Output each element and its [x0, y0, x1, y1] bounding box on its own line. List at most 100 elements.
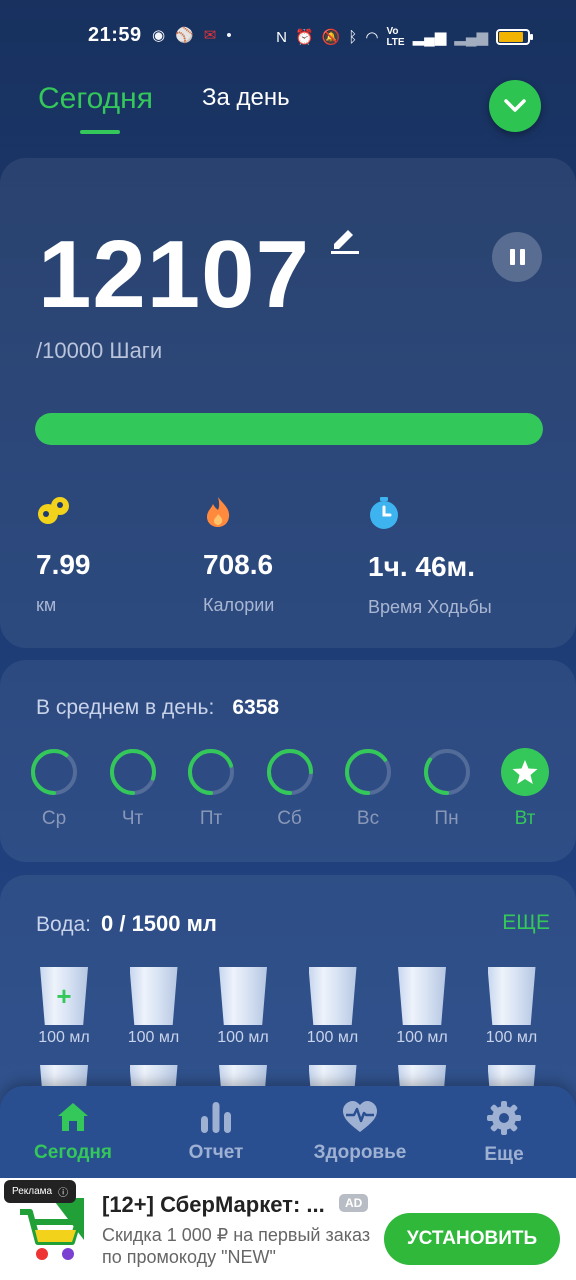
day-progress-ring [31, 749, 77, 795]
system-icons: N ⏰ 🔕 ᛒ ◠ Vo LTE ▂▄▆ ▂▄▆ [276, 26, 533, 48]
distance-label: км [36, 595, 57, 615]
cup-volume-label: 100 мл [485, 1029, 538, 1046]
ad-tag: AD [339, 1194, 369, 1212]
tab-day[interactable]: За день [202, 84, 290, 112]
water-cup[interactable]: 100 мл [215, 967, 271, 1047]
ad-title: [12+] СберМаркет: ... [102, 1192, 325, 1217]
volte-icon: Vo LTE [386, 26, 405, 48]
water-cup[interactable]: +100 мл [36, 967, 92, 1047]
water-cup[interactable]: 100 мл [484, 967, 540, 1047]
wifi-icon: ◠ [365, 29, 379, 46]
app-notification-icon: ◉ [152, 27, 166, 44]
ad-label: Реклама ⓘ [4, 1180, 77, 1203]
sports-notification-icon: ⚾ [175, 27, 194, 44]
nav-today[interactable]: Сегодня [13, 1100, 133, 1164]
water-cup[interactable]: 100 мл [394, 967, 450, 1047]
nav-more[interactable]: Еще [444, 1100, 564, 1166]
day-progress-ring [266, 749, 313, 795]
tab-today[interactable]: Сегодня [38, 82, 153, 116]
walking-time-label: Время Ходьбы [368, 597, 492, 617]
edit-icon[interactable] [330, 224, 360, 259]
day-progress-ring [345, 749, 391, 795]
signal-2-icon: ▂▄▆ [454, 29, 488, 46]
walking-time-value: 1ч. 46м. [368, 551, 476, 582]
ad-label-text: Реклама [12, 1186, 53, 1197]
glass-icon [487, 967, 536, 1025]
gear-icon [487, 1101, 521, 1135]
nfc-icon: N [276, 28, 287, 46]
cup-volume-label: 100 мл [38, 1029, 90, 1046]
day-item[interactable]: Вт [501, 748, 549, 830]
day-item[interactable]: Пн [423, 748, 471, 830]
glass-icon [308, 967, 357, 1025]
flame-icon [207, 497, 230, 527]
day-label: Сб [277, 808, 302, 829]
water-cup[interactable]: 100 мл [305, 967, 361, 1047]
chevron-down-icon [504, 99, 526, 112]
pause-button[interactable] [492, 232, 542, 282]
calories-value: 708.6 [203, 549, 274, 580]
cup-volume-label: 100 мл [306, 1029, 359, 1046]
steps-card: 12107 /10000 Шаги 7.99 км 708.6 Калории … [0, 158, 576, 648]
average-card: В среднем в день: 6358 Ср Чт Пт Сб Вс Пн Вт [0, 660, 576, 862]
battery-icon [496, 29, 533, 45]
info-icon[interactable]: ⓘ [58, 1184, 68, 1199]
bluetooth-icon: ᛒ [348, 28, 358, 46]
stat-calories: 708.6 Калории [203, 496, 274, 616]
star-icon [501, 748, 549, 796]
header-tabs: Сегодня За день [0, 70, 576, 140]
day-label: Вт [514, 808, 536, 829]
cup-volume-label: 100 мл [396, 1029, 448, 1046]
heart-pulse-icon [343, 1101, 377, 1132]
glass-icon: + [40, 967, 88, 1025]
day-progress-ring [423, 749, 470, 795]
average-value: 6358 [232, 696, 280, 719]
mute-icon: 🔕 [321, 29, 341, 46]
water-value: 0 / 1500 мл [101, 911, 217, 936]
nav-today-label: Сегодня [34, 1142, 112, 1163]
nav-report[interactable]: Отчет [156, 1100, 276, 1164]
water-label: Вода: [36, 913, 91, 936]
day-item[interactable]: Сб [266, 748, 314, 830]
notification-icons: ◉ ⚾ ✉ • [152, 26, 232, 45]
mail-notification-icon: ✉ [203, 27, 217, 44]
day-label: Вс [356, 808, 380, 829]
glass-icon [219, 967, 267, 1025]
stat-distance: 7.99 км [36, 496, 91, 616]
glass-icon [398, 967, 446, 1025]
status-time: 21:59 [88, 24, 142, 46]
nav-report-label: Отчет [188, 1142, 244, 1163]
ad-banner[interactable]: Реклама ⓘ [12+] СберМаркет: ... AD Скидка… [0, 1178, 576, 1280]
more-notifications-icon: • [226, 26, 232, 44]
day-label: Пт [199, 808, 223, 829]
add-icon: + [56, 981, 72, 1011]
water-cup[interactable]: 100 мл [126, 967, 182, 1047]
bottom-navigation: Сегодня Отчет Здоровье Еще [0, 1086, 576, 1186]
day-item[interactable]: Вс [344, 748, 392, 830]
pause-icon [509, 249, 515, 265]
distance-value: 7.99 [36, 549, 91, 580]
day-item[interactable]: Ср [30, 748, 78, 830]
glass-icon [129, 967, 178, 1025]
tab-today-indicator [80, 130, 120, 134]
day-progress-ring [109, 749, 156, 795]
cup-volume-label: 100 мл [127, 1029, 180, 1046]
status-bar: 21:59 ◉ ⚾ ✉ • N ⏰ 🔕 ᛒ ◠ Vo LTE ▂▄▆ ▂▄▆ [0, 0, 576, 70]
day-item[interactable]: Чт [109, 748, 157, 830]
calories-label: Калории [203, 595, 275, 615]
nav-health-label: Здоровье [313, 1142, 407, 1163]
stat-walking-time: 1ч. 46м. Время Ходьбы [368, 496, 492, 618]
day-progress-ring [188, 749, 234, 795]
bar-chart-icon [201, 1102, 231, 1133]
stopwatch-icon [370, 497, 398, 529]
ad-install-button[interactable]: УСТАНОВИТЬ [384, 1213, 560, 1265]
signal-icon: ▂▄▆ [412, 29, 447, 46]
water-more-button[interactable]: ЕЩЕ [502, 911, 550, 935]
ad-description: Скидка 1 000 ₽ на первый заказ по промок… [102, 1225, 371, 1267]
day-label: Пн [434, 808, 459, 829]
nav-health[interactable]: Здоровье [300, 1100, 420, 1164]
day-item[interactable]: Пт [187, 748, 235, 830]
water-title: Вода: 0 / 1500 мл [36, 911, 217, 937]
dropdown-button[interactable] [489, 80, 541, 132]
steps-goal: /10000 Шаги [36, 338, 163, 363]
